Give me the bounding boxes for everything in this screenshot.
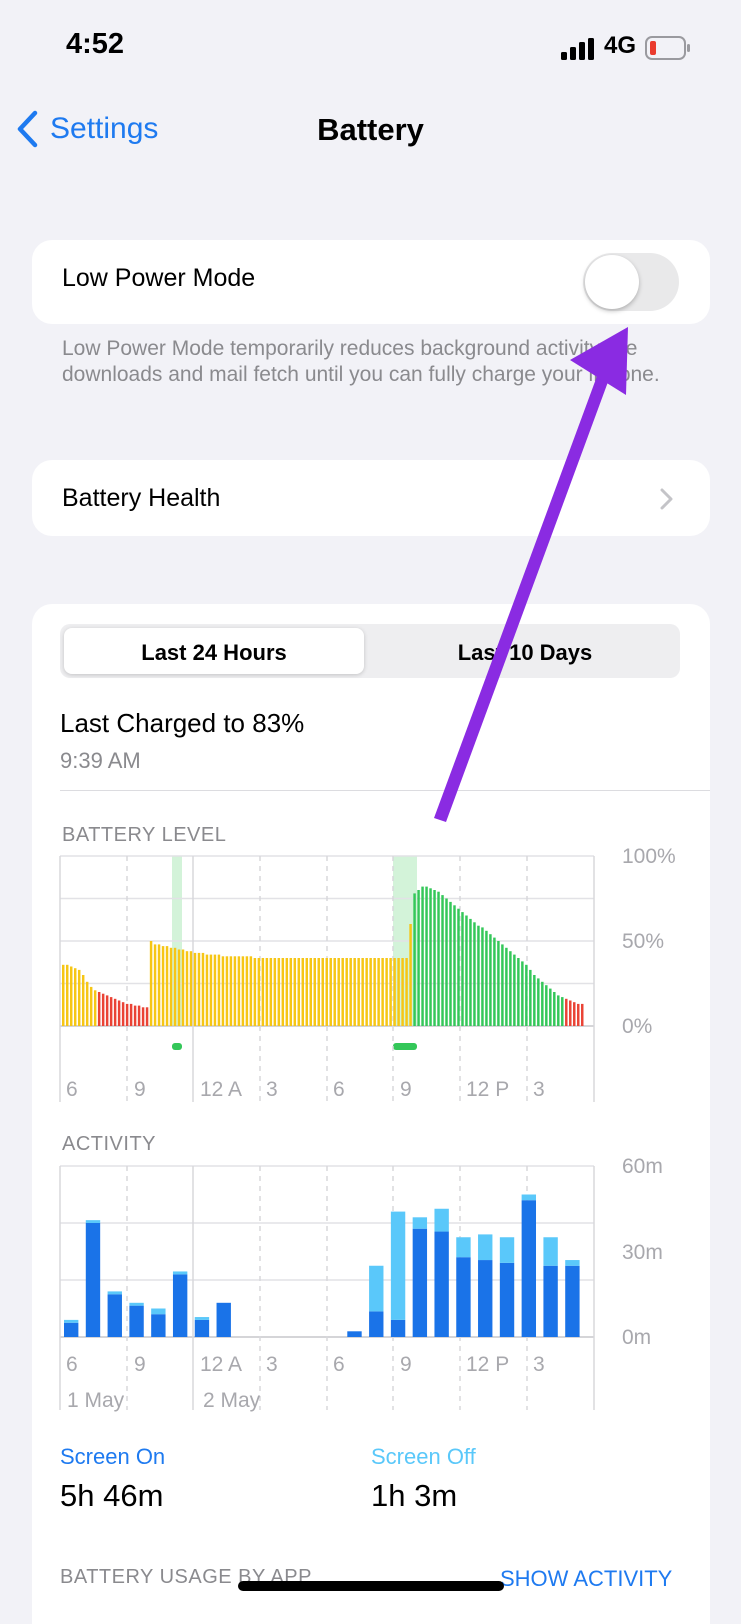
annotation-arrow (434, 327, 628, 822)
home-indicator (238, 1581, 504, 1591)
